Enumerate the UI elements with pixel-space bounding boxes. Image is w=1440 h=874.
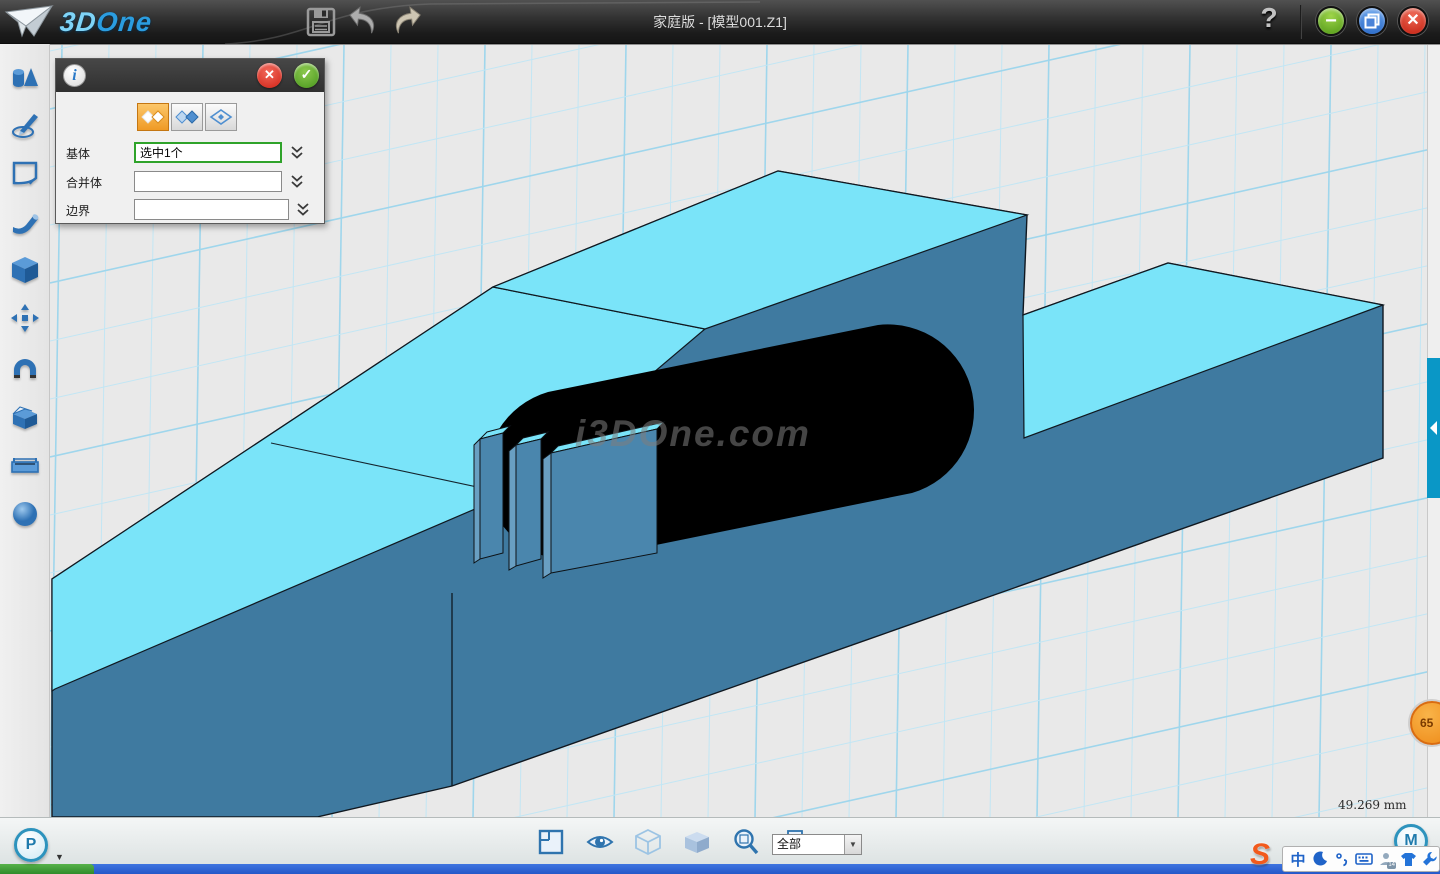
sweep-icon[interactable] <box>10 207 40 237</box>
magnet-icon[interactable] <box>10 352 40 382</box>
titlebar-separator <box>1300 5 1302 39</box>
tool-sidebar <box>0 44 50 817</box>
boolean-subtract-icon[interactable] <box>205 103 237 131</box>
3d-viewport[interactable]: i3DOne.com 49.269 mm 65 i ✕ ✓ 基体 <box>50 44 1440 817</box>
view-toolbar: 全部 ▼ <box>0 817 1440 864</box>
boolean-add-icon[interactable] <box>171 103 203 131</box>
boolean-base-icon[interactable] <box>137 103 169 131</box>
confirm-icon[interactable]: ✓ <box>294 63 319 88</box>
zoom-lens-icon[interactable] <box>732 828 760 856</box>
sketch-icon[interactable] <box>10 110 40 140</box>
boolean-dialog: i ✕ ✓ 基体 合并体 <box>55 58 325 224</box>
expand-chevron-icon[interactable] <box>296 202 310 217</box>
view-plane-icon[interactable] <box>537 828 565 856</box>
measure-icon[interactable] <box>10 450 40 480</box>
profile-caret-icon[interactable]: ▼ <box>55 852 64 862</box>
assembly-box-icon[interactable] <box>10 401 40 431</box>
field-label: 边界 <box>66 202 90 219</box>
chinese-mode[interactable]: 中 <box>1289 850 1307 868</box>
dialog-header: i ✕ ✓ <box>56 59 324 92</box>
field-row-base: 基体 <box>66 142 316 163</box>
logo-text: 3DOne <box>58 7 153 38</box>
os-taskbar-edge[interactable] <box>0 864 1440 874</box>
panel-expand-tab[interactable] <box>1427 358 1440 498</box>
save-icon[interactable] <box>305 6 337 38</box>
base-input[interactable] <box>134 142 282 163</box>
skin-icon[interactable] <box>1399 850 1417 868</box>
minimize-button[interactable]: − <box>1316 6 1346 36</box>
feature-cube-icon[interactable] <box>10 255 40 285</box>
field-row-merge: 合并体 <box>66 171 316 192</box>
user-icon[interactable]: 14 <box>1377 850 1395 868</box>
boundary-input[interactable] <box>134 199 289 220</box>
info-icon: i <box>63 64 86 87</box>
render-sphere-icon[interactable] <box>10 499 40 529</box>
restore-icon <box>1364 13 1380 29</box>
shaded-view-icon[interactable] <box>683 828 711 856</box>
undo-icon[interactable] <box>348 6 380 38</box>
visibility-eye-icon[interactable] <box>586 828 614 856</box>
chevron-left-icon <box>1428 420 1439 436</box>
help-icon[interactable]: ? <box>1252 2 1286 40</box>
field-label: 基体 <box>66 145 90 162</box>
ime-toolbar: 中 14 <box>1282 846 1440 872</box>
close-button[interactable]: ✕ <box>1398 6 1428 36</box>
fin-3[interactable] <box>543 422 664 578</box>
paper-plane-icon <box>4 2 56 42</box>
title-bar: 3DOne 家庭版 - [模型001.Z1] ? − ✕ <box>0 0 1440 44</box>
expand-chevron-icon[interactable] <box>290 174 304 189</box>
redo-icon[interactable] <box>390 6 422 38</box>
expand-chevron-icon[interactable] <box>290 145 304 160</box>
restore-button[interactable] <box>1357 6 1387 36</box>
boolean-mode-buttons <box>137 103 239 131</box>
sogou-logo[interactable]: S <box>1250 838 1270 872</box>
filter-dropdown[interactable]: 全部 ▼ <box>772 834 862 855</box>
app-logo: 3DOne <box>4 2 152 42</box>
profile-badge[interactable]: P <box>14 828 48 862</box>
wireframe-view-icon[interactable] <box>634 828 662 856</box>
settings-wrench-icon[interactable] <box>1421 850 1439 868</box>
filter-value: 全部 <box>773 835 844 854</box>
start-button-edge[interactable] <box>0 864 94 874</box>
soft-keyboard-icon[interactable] <box>1355 850 1373 868</box>
primitive-solids-icon[interactable] <box>10 62 40 92</box>
merge-input[interactable] <box>134 171 282 192</box>
move-icon[interactable] <box>10 303 40 333</box>
chevron-down-icon[interactable]: ▼ <box>844 835 861 854</box>
cancel-icon[interactable]: ✕ <box>257 63 282 88</box>
punctuation-icon[interactable] <box>1333 850 1351 868</box>
user-badge: 14 <box>1387 862 1396 869</box>
night-mode-icon[interactable] <box>1311 850 1329 868</box>
surface-sheet-icon[interactable] <box>10 158 40 188</box>
field-label: 合并体 <box>66 174 102 191</box>
field-row-boundary: 边界 <box>66 199 316 220</box>
